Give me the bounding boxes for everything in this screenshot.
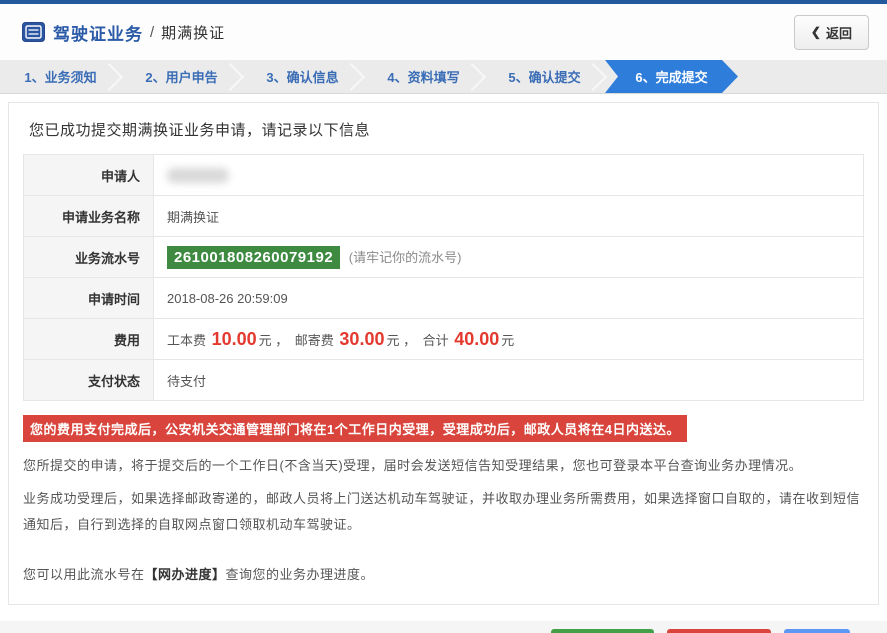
serial-number-note: (请牢记你的流水号) [348, 249, 462, 265]
success-message: 您已成功提交期满换证业务申请，请记录以下信息 [29, 122, 371, 139]
row-value-fee: 工本费 10.00 元 ， 邮寄费 30.00 元 ， 合计 40.00 元 [153, 318, 864, 360]
progress-menu-reference: 【网办进度】 [144, 567, 226, 582]
breadcrumb-current: 期满换证 [161, 24, 226, 42]
license-business-icon [22, 22, 45, 42]
fee-part-suffix: 元 [501, 332, 515, 348]
content-panel: 您已成功提交期满换证业务申请，请记录以下信息 申请人 申请业务名称 期满换证 业… [8, 102, 879, 605]
notice-paragraph-1: 您所提交的申请，将于提交后的一个工作日(不含当天)受理，届时会发送短信告知受理结… [23, 458, 803, 473]
row-label-payment-status: 支付状态 [23, 359, 154, 401]
step-label: 2、用户申告 [145, 70, 218, 85]
step-1-notice: 1、业务须知 [0, 60, 121, 93]
fee-part-name: 工本费 [167, 332, 210, 348]
fee-part-suffix: 元 ， [258, 332, 295, 348]
fee-part-name: 合计 [422, 332, 453, 348]
fee-part-name: 邮寄费 [294, 332, 338, 348]
page-header: 驾驶证业务 / 期满换证 ❮ 返回 [0, 4, 887, 60]
fee-part-amount: 40.00 [454, 328, 500, 349]
step-6-complete-active: 6、完成提交 [605, 60, 738, 93]
info-table: 申请人 申请业务名称 期满换证 业务流水号 261001808260079192… [23, 154, 864, 401]
step-label: 5、确认提交 [508, 70, 581, 85]
table-row-payment-status: 支付状态 待支付 [23, 359, 864, 401]
cancel-payment-button[interactable]: ¥ 取消支付 [667, 629, 771, 633]
step-label: 6、完成提交 [635, 70, 708, 85]
step-label: 1、业务须知 [24, 70, 97, 85]
row-value-serial-number: 261001808260079192 (请牢记你的流水号) [153, 236, 864, 278]
progress-hint-suffix: 查询您的业务办理进度。 [225, 567, 375, 582]
notice-paragraph-2: 业务成功受理后，如果选择邮政寄递的，邮政人员将上门送达机动车驾驶证，并收取办理业… [23, 491, 861, 532]
row-value-apply-time: 2018-08-26 20:59:09 [153, 277, 864, 319]
table-row-serial-number: 业务流水号 261001808260079192 (请牢记你的流水号) [23, 236, 864, 278]
payment-notice-banner: 您的费用支付完成后，公安机关交通管理部门将在1个工作日内受理，受理成功后，邮政人… [23, 415, 687, 442]
fee-part-suffix: 元 ， [386, 332, 423, 348]
back-button-label: 返回 [825, 25, 852, 41]
row-value-payment-status: 待支付 [153, 359, 864, 401]
fee-part-amount: 10.00 [211, 328, 257, 349]
step-5-confirm-submit: 5、确认提交 [484, 60, 605, 93]
serial-number-badge: 261001808260079192 [167, 245, 341, 269]
progress-hint-prefix: 您可以用此流水号在 [23, 567, 145, 582]
back-button[interactable]: ❮ 返回 [793, 14, 869, 50]
table-row-apply-time: 申请时间 2018-08-26 20:59:09 [23, 277, 864, 319]
row-label-applicant: 申请人 [23, 154, 154, 196]
step-4-fill-data: 4、资料填写 [363, 60, 484, 93]
progress-hint: 您可以用此流水号在【网办进度】查询您的业务办理进度。 [23, 562, 864, 588]
step-3-confirm-info: 3、确认信息 [242, 60, 363, 93]
row-label-fee: 费用 [23, 318, 154, 360]
breadcrumb: 驾驶证业务 / 期满换证 [22, 20, 225, 45]
step-progress-bar: 1、业务须知 2、用户申告 3、确认信息 4、资料填写 5、确认提交 6、完成提… [0, 60, 887, 94]
step-2-declaration: 2、用户申告 [121, 60, 242, 93]
row-value-applicant [153, 154, 864, 196]
row-value-business-name: 期满换证 [153, 195, 864, 237]
footer-action-bar: ¥ 继续支付 ¥ 取消支付 返回 [0, 621, 887, 633]
continue-payment-button[interactable]: ¥ 继续支付 [550, 629, 655, 633]
page: 驾驶证业务 / 期满换证 ❮ 返回 1、业务须知 2、用户申告 3、确认信息 4… [0, 0, 887, 633]
chevron-left-icon: ❮ [810, 25, 821, 39]
fee-part-amount: 30.00 [339, 328, 385, 349]
row-label-serial-number: 业务流水号 [23, 236, 154, 278]
return-button[interactable]: 返回 [784, 629, 850, 633]
table-row-applicant: 申请人 [23, 154, 864, 196]
table-row-fee: 费用 工本费 10.00 元 ， 邮寄费 30.00 元 ， 合计 40.00 元 [23, 318, 864, 360]
step-label: 4、资料填写 [387, 70, 460, 85]
breadcrumb-separator: / [150, 23, 155, 41]
step-label: 3、确认信息 [266, 70, 339, 85]
page-title: 驾驶证业务 [53, 24, 143, 44]
step-bar-filler [738, 60, 887, 93]
row-label-apply-time: 申请时间 [23, 277, 154, 319]
redacted-applicant-name [167, 168, 229, 184]
table-row-business-name: 申请业务名称 期满换证 [23, 195, 864, 237]
row-label-business-name: 申请业务名称 [23, 195, 154, 237]
